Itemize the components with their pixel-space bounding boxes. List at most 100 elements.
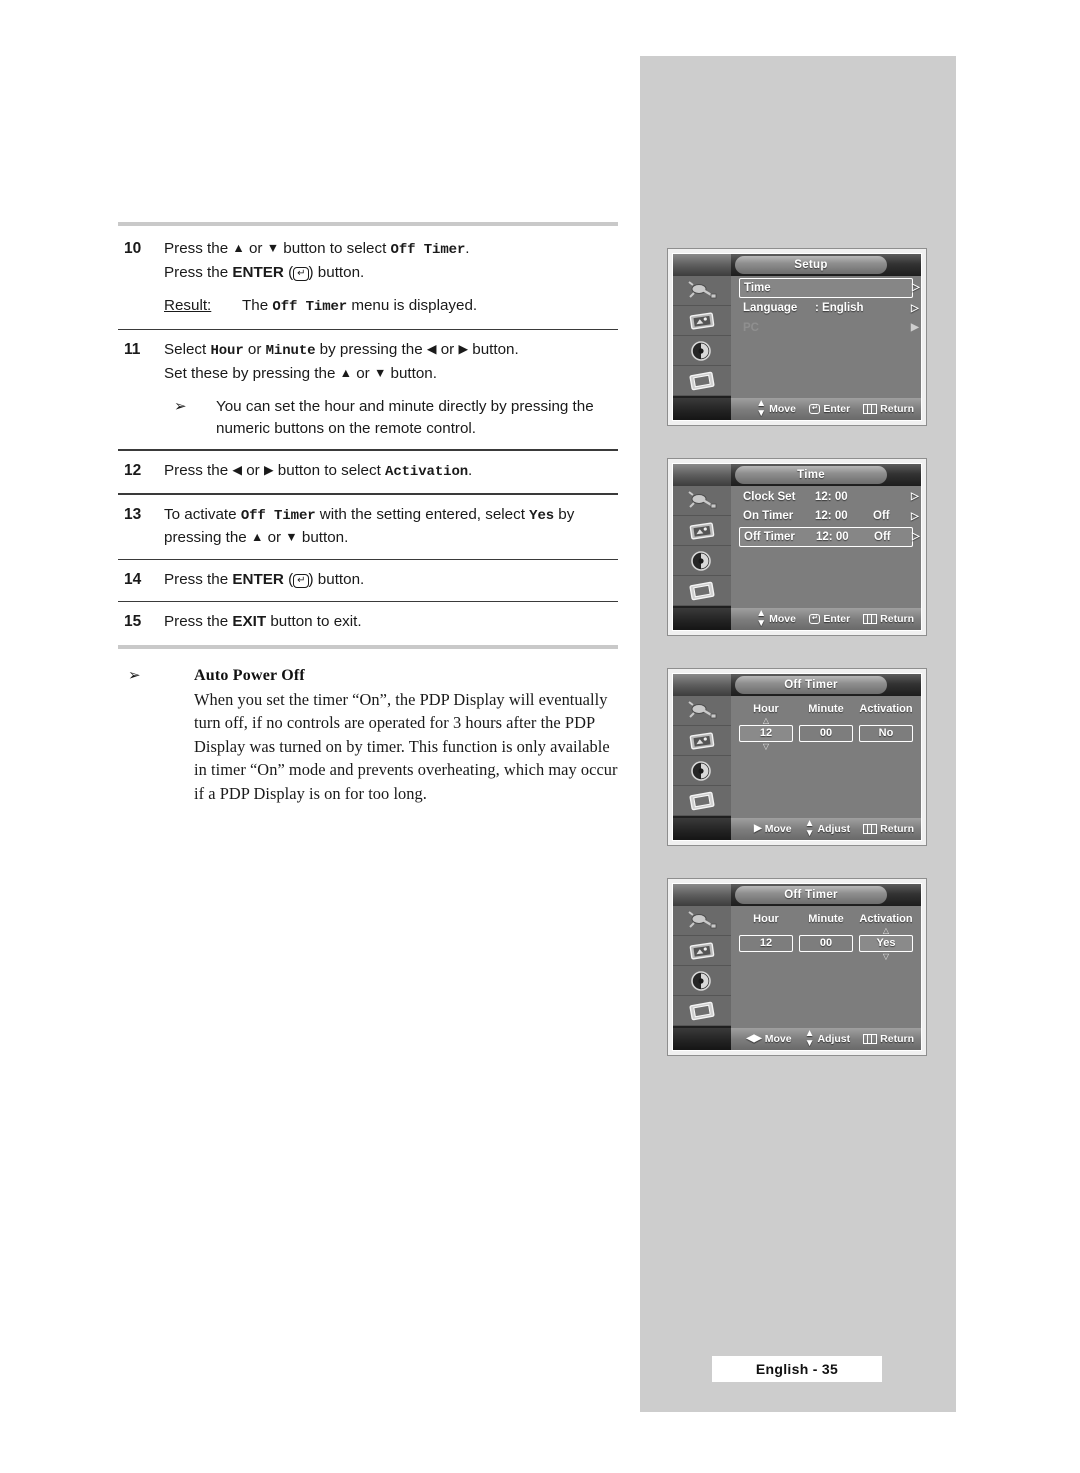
osd-status-label: Move [764, 823, 792, 835]
step-body: Press the EXIT button to exit. [164, 611, 618, 633]
step-number: 12 [124, 461, 142, 479]
osd-sidebar-channel-icon[interactable] [673, 576, 731, 606]
osd-sidebar-picture-icon[interactable] [673, 306, 731, 336]
osd-sidebar-input-icon[interactable] [673, 696, 731, 726]
step-number: 10 [124, 240, 142, 257]
step-number: 13 [124, 505, 142, 523]
osd-menu-item[interactable]: On Timer 12: 00 Off ▷ [739, 508, 919, 526]
osd-status-label: Return [880, 823, 914, 835]
osd-sidebar-sound-icon[interactable] [673, 966, 731, 996]
decrement-arrow-icon[interactable]: ▽ [859, 952, 913, 961]
osd-menu-item-label: PC [743, 321, 759, 334]
auto-power-off-paragraph: When you set the timer “On”, the PDP Dis… [194, 689, 618, 803]
step-line: Press the ENTER (↵) button. [164, 571, 365, 589]
osd-menu-item[interactable]: PC ▶ [739, 319, 919, 337]
osd-status-enter: ↵ Enter [808, 613, 850, 625]
key-name: EXIT [232, 613, 267, 631]
osd-status-corner [673, 398, 731, 420]
ui-term: Off Timer [240, 507, 316, 524]
osd-sidebar-input-icon[interactable] [673, 276, 731, 306]
osd-screenshot: Off TimerHour△12▽Minute△00▽Activation△No… [667, 668, 927, 846]
osd-timer-field[interactable]: Hour△12▽ [739, 912, 793, 961]
instruction-step: 14 Press the ENTER (↵) button. [118, 567, 618, 594]
step-body: Select Hour or Minute by pressing the ◀ … [164, 339, 618, 439]
osd-menu-item-value2: Off [873, 510, 890, 523]
increment-arrow-icon[interactable]: △ [859, 926, 913, 935]
auto-power-off-bullet-icon: ➢ [128, 666, 141, 684]
instruction-step: 10 Press the ▲ or ▼ button to select Off … [118, 236, 618, 322]
osd-status-return: Return [863, 403, 914, 415]
osd-timer-field[interactable]: Hour△12▽ [739, 702, 793, 751]
osd-timer-field[interactable]: Activation △ Yes ▽ [859, 912, 913, 961]
step-line: To activate Off Timer with the setting e… [164, 505, 575, 547]
direction-arrow-icon: ▲ [339, 365, 352, 380]
osd-sidebar-picture-icon[interactable] [673, 516, 731, 546]
osd-menu-item-label: Clock Set [743, 490, 796, 503]
osd-sidebar-sound-icon[interactable] [673, 546, 731, 576]
osd-sidebar-channel-icon[interactable] [673, 996, 731, 1026]
osd-sidebar-picture-icon[interactable] [673, 936, 731, 966]
osd-submenu-arrow-icon: ▷ [911, 510, 919, 522]
osd-sidebar-channel-icon[interactable] [673, 366, 731, 396]
osd-menu-item-value: : English [815, 302, 864, 315]
auto-power-off-title: Auto Power Off [194, 666, 305, 684]
ui-term: Off Timer [272, 299, 348, 315]
osd-title-corner [673, 674, 731, 696]
osd-timer-field-value[interactable]: 00 [799, 935, 853, 952]
step-divider [118, 328, 618, 331]
up-down-arrow-icon: ▲ ▼ [756, 398, 767, 419]
enter-key-icon: ↵ [808, 614, 821, 624]
osd-status-return: Return [863, 823, 914, 835]
osd-timer-field[interactable]: Minute△00▽ [799, 912, 853, 961]
ui-term: Off Timer [390, 242, 466, 258]
osd-sidebar-sound-icon[interactable] [673, 756, 731, 786]
step-number: 14 [124, 571, 142, 589]
increment-arrow-icon[interactable]: △ [739, 716, 793, 725]
key-name: ENTER [232, 263, 284, 281]
osd-timer-field-label: Activation [859, 913, 913, 925]
osd-timer-field-label: Activation [859, 703, 913, 715]
osd-timer-field-value[interactable]: 12 [739, 935, 793, 952]
instruction-step: 12 Press the ◀ or ▶ button to select Acti… [118, 458, 618, 487]
osd-content: Time ▷ Language: English ▷ PC ▶ [731, 276, 921, 398]
osd-title: Time [735, 466, 887, 484]
ui-term: Activation [385, 463, 469, 480]
osd-status-bar: ▲ ▼ Move ↵ Enter Return [673, 398, 921, 420]
osd-title-bar: Off Timer [673, 674, 921, 696]
osd-status-move: ▶ Move [754, 823, 792, 835]
osd-content: Clock Set 12: 00 ▷ On Timer 12: 00 Off ▷ Off Ti… [731, 486, 921, 608]
result-text: The Off Timer menu is displayed. [242, 297, 478, 315]
instruction-step: 15 Press the EXIT button to exit. [118, 609, 618, 636]
decrement-arrow-icon[interactable]: ▽ [739, 742, 793, 751]
osd-timer-field[interactable]: Minute△00▽ [799, 702, 853, 751]
osd-timer-field[interactable]: Activation△No▽ [859, 702, 913, 751]
osd-timer-field-value[interactable]: 12 [739, 725, 793, 742]
osd-menu-item[interactable]: Off Timer 12: 00 Off ▷ [739, 527, 920, 547]
auto-power-off-note: ➢ Auto Power Off When you set the timer … [118, 665, 618, 806]
osd-menu-item-label: Off Timer [744, 530, 795, 543]
right-arrow-icon: ▶ [754, 823, 762, 834]
osd-menu-item[interactable]: Language: English ▷ [739, 300, 919, 318]
osd-menu-item[interactable]: Clock Set 12: 00 ▷ [739, 488, 919, 506]
osd-status-corner [673, 1028, 731, 1050]
osd-sidebar-sound-icon[interactable] [673, 336, 731, 366]
osd-timer-field-value[interactable]: 00 [799, 725, 853, 742]
note-bullet-icon: ➢ [174, 398, 187, 416]
osd-title-corner [673, 884, 731, 906]
osd-sidebar-channel-icon[interactable] [673, 786, 731, 816]
return-menu-icon [863, 1034, 878, 1044]
osd-menu-item-value2: Off [874, 530, 891, 543]
step-body: Press the ◀ or ▶ button to select Activa… [164, 460, 618, 484]
osd-timer-field-value[interactable]: Yes [859, 935, 913, 952]
osd-title: Setup [735, 256, 887, 274]
step-divider [118, 558, 618, 561]
osd-status-corner [673, 818, 731, 840]
step-line: Press the ENTER (↵) button. [164, 263, 365, 281]
osd-menu-item[interactable]: Time ▷ [739, 278, 920, 298]
osd-timer-field-value[interactable]: No [859, 725, 913, 742]
osd-sidebar-input-icon[interactable] [673, 486, 731, 516]
osd-screenshot: Time Clock Set 12: 00 ▷ On Timer 12: 00 Off ▷ Of… [667, 458, 927, 636]
osd-status-label: Return [880, 613, 914, 625]
osd-sidebar-input-icon[interactable] [673, 906, 731, 936]
osd-sidebar-picture-icon[interactable] [673, 726, 731, 756]
